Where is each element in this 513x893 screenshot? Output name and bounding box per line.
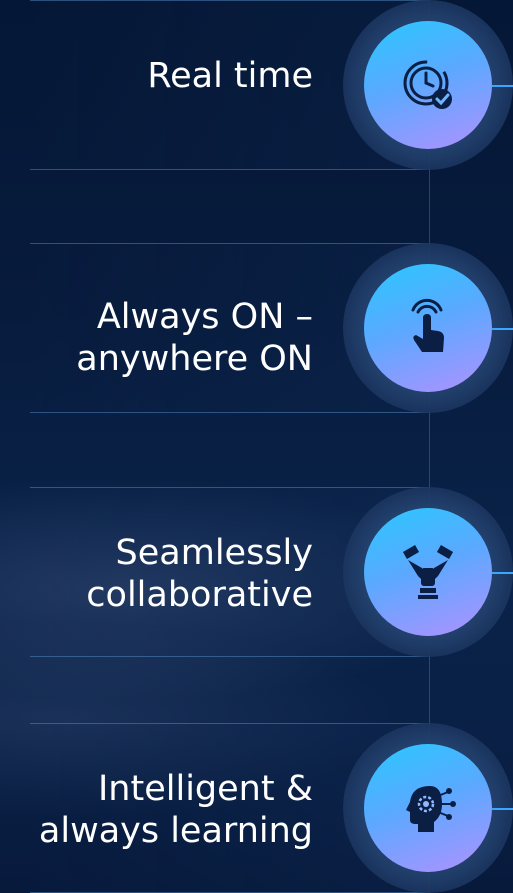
collaboration-hands-icon (398, 542, 458, 602)
feature-label: Intelligent & always learning (38, 769, 313, 851)
connector-line (492, 572, 513, 574)
connector-line (492, 85, 513, 87)
feature-collaborative: Seamlessly collaborative (0, 487, 513, 657)
feature-always-on: Always ON – anywhere ON (0, 243, 513, 413)
realtime-clock-check-icon (398, 55, 458, 115)
feature-real-time: Real time (0, 0, 513, 170)
feature-label: Real time (147, 56, 313, 96)
touch-hand-icon (398, 298, 458, 358)
connector-line (492, 328, 513, 330)
feature-label: Seamlessly collaborative (86, 533, 313, 615)
feature-label: Always ON – anywhere ON (76, 297, 313, 379)
feature-intelligent: Intelligent & always learning (0, 723, 513, 893)
ai-brain-head-icon (398, 778, 458, 838)
connector-line (492, 808, 513, 810)
